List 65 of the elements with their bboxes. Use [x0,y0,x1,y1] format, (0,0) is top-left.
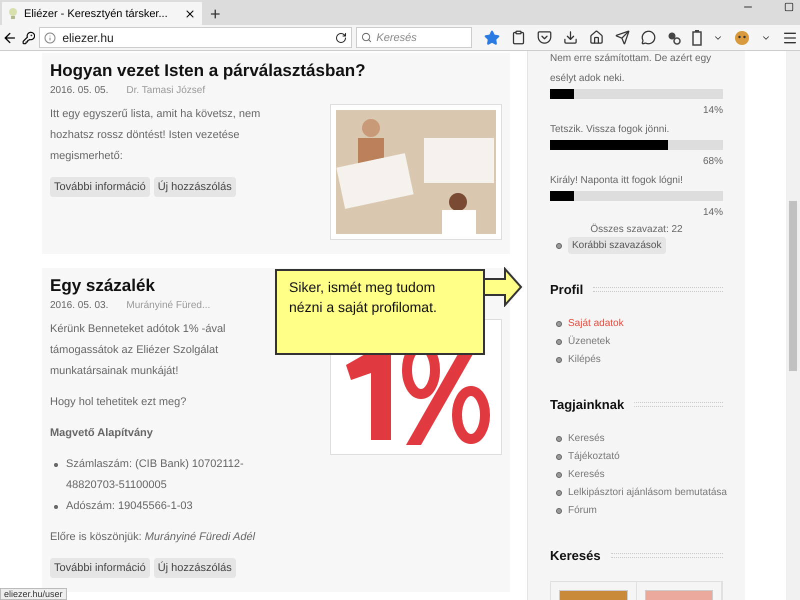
search-icon [361,32,372,43]
search-field[interactable]: Keresés [356,27,472,48]
home-icon[interactable] [589,30,604,45]
new-tab-button[interactable]: + [202,2,229,25]
sidebar-link[interactable]: Lelkipásztori ajánlásom bemutatása [568,484,727,502]
clipboard-icon[interactable] [511,30,526,45]
circles-icon[interactable] [667,30,681,44]
widget-title: Tagjainknak [550,397,624,412]
post-paragraph: Itt egy egyszerű lista, amit ha követsz, nem hozhatsz rossz döntést! Isten vezetése megismerhető: [50,107,262,164]
reload-icon[interactable] [335,32,348,44]
download-icon[interactable] [563,30,578,45]
previous-polls-button[interactable]: Korábbi szavazások [568,237,666,254]
list-item: Adószám: 19045566-1-03 [66,499,193,514]
info-icon[interactable] [44,32,56,44]
key-icon[interactable] [22,30,36,44]
battery-icon[interactable] [692,30,702,46]
poll-percent: 14% [702,105,723,116]
sidebar-link[interactable]: Tájékoztató [568,448,620,466]
post-title[interactable]: Egy százalék [50,276,155,296]
status-url: eliezer.hu/user [0,588,67,600]
list-item: Számlaszám: (CIB Bank) 10702112-48820703-51100005 [66,457,245,493]
post-button[interactable]: További információ [50,177,150,197]
post-paragraph: Előre is köszönjük: Murányiné Füredi Adél [50,530,256,545]
post-paragraph: Hogy hol tehetitek ezt meg? [50,395,186,410]
maximize-icon[interactable] [784,2,794,12]
sidebar-link[interactable]: Kilépés [568,351,601,369]
sidebar-link[interactable]: Keresés [568,466,605,484]
sidebar-link[interactable]: Saját adatok [568,315,624,333]
menu-icon[interactable] [782,30,798,46]
callout-tooltip: Siker, ismét meg tudom nézni a saját profilomat. [275,269,485,355]
widget-title: Profil [550,282,584,297]
arrow-icon [483,267,523,307]
post-paragraph: Kérünk Benneteket adótok 1% -ával támogassátok az Eliézer Szolgálat munkatársainak munkáját! [50,322,227,379]
bulb-icon [8,8,18,20]
browser-tab[interactable]: Eliézer - Keresztyén társker... [2,2,202,25]
post-title[interactable]: Hogyan vezet Isten a párválasztásban? [50,61,366,81]
post-button[interactable]: Új hozzászólás [154,177,236,197]
close-icon[interactable] [184,8,196,20]
bullet-icon [54,463,58,467]
sidebar-link[interactable]: Üzenetek [568,333,610,351]
poll-option: Tetszik. Vissza fogok jönni. [550,120,723,140]
post-subheading: Magvető Alapítvány [50,426,153,441]
poll-percent: 14% [702,207,723,218]
post-date: 2016. 05. 05. [50,85,108,96]
bookmark-star-icon[interactable] [484,30,500,46]
poll-option: Nem erre számítottam. De azért egy esélyt adok neki. [550,51,723,89]
vote-total: Összes szavazat: 22 [589,224,684,235]
sidebar-link[interactable]: Keresés [568,430,605,448]
chat-icon[interactable] [641,30,656,45]
address-bar[interactable]: eliezer.hu [39,27,352,48]
widget-title: Keresés [550,548,601,563]
poll-percent: 68% [702,156,723,167]
post-button[interactable]: Új hozzászólás [154,558,236,578]
address-text: eliezer.hu [62,30,115,44]
scrollbar[interactable] [786,51,800,600]
sidebar-link[interactable]: Fórum [568,502,597,520]
post-date: 2016. 05. 03. [50,300,108,311]
tab-title: Eliézer - Keresztyén társker... [24,8,169,20]
search-input[interactable]: Keresés [376,32,466,44]
send-icon[interactable] [615,30,630,45]
pocket-icon[interactable] [537,30,552,45]
poll-option: Király! Naponta itt fogok lógni! [550,171,723,191]
post-button[interactable]: További információ [50,558,150,578]
bullet-icon [54,505,58,509]
monkey-face-icon[interactable] [734,30,750,46]
